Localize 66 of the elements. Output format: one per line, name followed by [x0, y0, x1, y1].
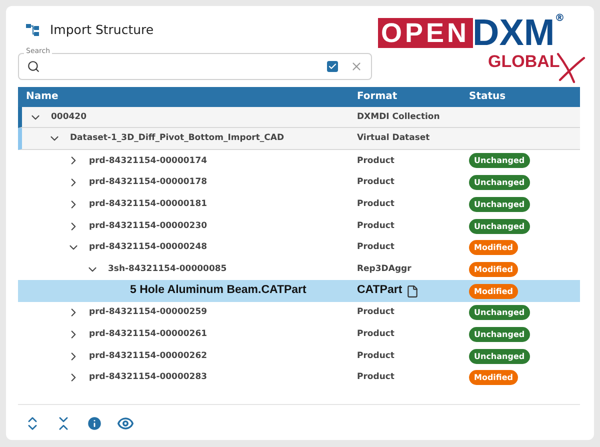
tree-row[interactable]: prd-84321154-00000230 Product Unchanged — [18, 215, 580, 237]
item-name: prd-84321154-00000178 — [89, 176, 208, 190]
format-text: Product — [357, 306, 394, 320]
logo-open-text: OPEN — [378, 18, 473, 48]
search-field[interactable] — [18, 52, 372, 80]
format-text: CATPart — [357, 283, 402, 298]
status-badge: Unchanged — [469, 153, 530, 168]
status-badge: Unchanged — [469, 218, 530, 234]
logo-registered-mark: ® — [554, 14, 565, 24]
format-text: Product — [357, 350, 394, 363]
tree-row[interactable]: prd-84321154-00000261 Product Unchanged — [18, 324, 580, 346]
status-badge: Modified — [469, 262, 518, 277]
item-name: prd-84321154-00000259 — [89, 306, 208, 320]
item-name: prd-84321154-00000262 — [89, 350, 208, 363]
item-name: Dataset-1_3D_Diff_Pivot_Bottom_Import_CAD — [70, 132, 284, 146]
status-badge: Unchanged — [469, 175, 530, 190]
item-name: prd-84321154-00000230 — [89, 220, 208, 232]
item-name: prd-84321154-00000174 — [89, 154, 208, 168]
column-header[interactable]: Format — [357, 89, 469, 104]
format-text: Product — [357, 220, 394, 232]
filter-checkbox[interactable] — [327, 60, 338, 72]
tree-row[interactable]: 3sh-84321154-00000085 Rep3DAggr Modified — [18, 258, 580, 280]
tree-row[interactable]: prd-84321154-00000283 Product Modified — [18, 367, 580, 389]
column-header[interactable]: Status — [469, 89, 506, 104]
file-icon — [406, 284, 420, 298]
format-text: DXMDI Collection — [357, 110, 440, 124]
tree-row[interactable]: prd-84321154-00000248 Product Modified — [18, 236, 580, 259]
status-badge: Unchanged — [469, 196, 530, 212]
item-name: prd-84321154-00000283 — [89, 371, 208, 384]
tree-row[interactable]: prd-84321154-00000262 Product Unchanged — [18, 345, 580, 367]
format-text: Virtual Dataset — [357, 132, 430, 146]
item-name: 5 Hole Aluminum Beam.CATPart — [130, 283, 306, 298]
format-text: Product — [357, 328, 394, 341]
item-name: prd-84321154-00000181 — [89, 198, 208, 211]
status-badge: Unchanged — [469, 348, 530, 364]
format-text: Product — [357, 176, 394, 190]
item-name: prd-84321154-00000261 — [89, 328, 208, 341]
status-badge: Modified — [469, 240, 518, 256]
tree-structure-icon — [26, 23, 40, 38]
tree-row[interactable]: prd-84321154-00000174 Product Unchanged — [18, 150, 580, 172]
status-badge: Unchanged — [469, 326, 530, 342]
status-badge: Modified — [469, 370, 518, 386]
tree-row[interactable]: prd-84321154-00000178 Product Unchanged — [18, 172, 580, 194]
format-text: Rep3DAggr — [357, 263, 412, 276]
format-text: Product — [357, 241, 394, 254]
item-name: prd-84321154-00000248 — [89, 241, 208, 254]
search-icon — [27, 60, 40, 73]
logo-global-text: GLOBAL — [488, 52, 560, 72]
tree-row[interactable]: prd-84321154-00000181 Product Unchanged — [18, 194, 580, 216]
tree-row[interactable]: 000420 DXMDI Collection — [18, 106, 580, 128]
window-title: Import Structure — [50, 21, 154, 39]
format-text: Product — [357, 371, 394, 384]
status-badge: Modified — [469, 284, 518, 299]
eye-icon[interactable] — [117, 415, 134, 432]
logo-dxm-text: DXM — [472, 14, 555, 52]
item-name: 000420 — [51, 110, 86, 124]
tree-row[interactable]: prd-84321154-00000259 Product Unchanged — [18, 302, 580, 324]
status-badge: Unchanged — [469, 305, 530, 320]
tree-row[interactable]: Dataset-1_3D_Diff_Pivot_Bottom_Import_CAD Virtual Dataset — [18, 128, 580, 150]
clear-icon[interactable] — [350, 60, 363, 73]
format-text: Product — [357, 198, 394, 211]
info-icon[interactable] — [86, 415, 103, 432]
item-name: 3sh-84321154-00000085 — [108, 263, 227, 276]
tree-row[interactable]: 5 Hole Aluminum Beam.CATPart CATPart Modified — [18, 280, 580, 302]
column-header[interactable]: Name — [18, 89, 357, 104]
format-text: Product — [357, 154, 394, 168]
